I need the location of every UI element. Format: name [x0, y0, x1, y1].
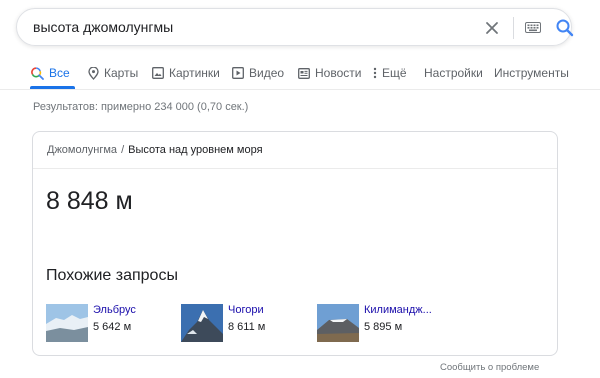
tab-maps[interactable]: Карты — [88, 66, 138, 80]
tab-label: Настройки — [424, 66, 483, 80]
search-input[interactable] — [33, 9, 453, 45]
card-divider — [33, 168, 557, 169]
related-name: Эльбрус — [93, 304, 136, 316]
tab-video[interactable]: Видео — [232, 66, 284, 80]
related-item-elbrus[interactable]: Эльбрус 5 642 м — [46, 301, 166, 343]
breadcrumb: Джомолунгма / Высота над уровнем моря — [47, 144, 263, 156]
tab-label: Ещё — [382, 66, 407, 80]
breadcrumb-root[interactable]: Джомолунгма — [47, 144, 117, 156]
map-pin-icon — [88, 66, 99, 80]
related-title: Похожие запросы — [46, 267, 178, 284]
tab-label: Все — [49, 66, 70, 80]
tab-all[interactable]: Все — [31, 66, 70, 80]
clear-icon[interactable] — [483, 19, 501, 37]
tab-label: Карты — [104, 66, 139, 80]
answer-value: 8 848 м — [46, 187, 133, 215]
image-icon — [152, 67, 164, 79]
tab-settings[interactable]: Настройки — [424, 66, 483, 80]
news-icon — [298, 67, 310, 79]
related-value: 5 895 м — [364, 321, 403, 333]
more-icon — [373, 67, 377, 79]
breadcrumb-separator: / — [121, 144, 125, 156]
related-item-k2[interactable]: Чогори 8 611 м — [181, 301, 301, 343]
tab-tools[interactable]: Инструменты — [494, 66, 569, 80]
search-icon[interactable] — [555, 18, 575, 38]
answer-card: Джомолунгма / Высота над уровнем моря 8 84… — [32, 131, 558, 356]
related-name: Чогори — [228, 304, 264, 316]
breadcrumb-current: Высота над уровнем моря — [128, 144, 263, 156]
k2-thumbnail — [181, 304, 223, 342]
video-icon — [232, 67, 244, 79]
related-value: 8 611 м — [228, 321, 266, 333]
related-name: Килимандж... — [364, 304, 432, 316]
related-item-kilimanjaro[interactable]: Килимандж... 5 895 м — [317, 301, 442, 343]
elbrus-thumbnail — [46, 304, 88, 342]
related-value: 5 642 м — [93, 321, 132, 333]
search-divider — [513, 17, 514, 39]
tab-more[interactable]: Ещё — [373, 66, 407, 80]
tab-label: Картинки — [169, 66, 220, 80]
tab-label: Видео — [249, 66, 285, 80]
tab-label: Новости — [315, 66, 362, 80]
tab-news[interactable]: Новости — [298, 66, 361, 80]
search-icon — [31, 66, 44, 80]
kilimanjaro-thumbnail — [317, 304, 359, 342]
search-tabs: Все Карты Картинки Видео Новости Ещё Нас… — [0, 60, 600, 90]
tabs-divider — [0, 89, 600, 90]
tab-label: Инструменты — [494, 66, 569, 80]
search-bar — [16, 8, 575, 46]
tab-images[interactable]: Картинки — [152, 66, 220, 80]
keyboard-icon[interactable] — [525, 21, 541, 35]
report-problem-link[interactable]: Сообщить о проблеме — [440, 362, 539, 373]
result-stats: Результатов: примерно 234 000 (0,70 сек.… — [33, 101, 249, 113]
